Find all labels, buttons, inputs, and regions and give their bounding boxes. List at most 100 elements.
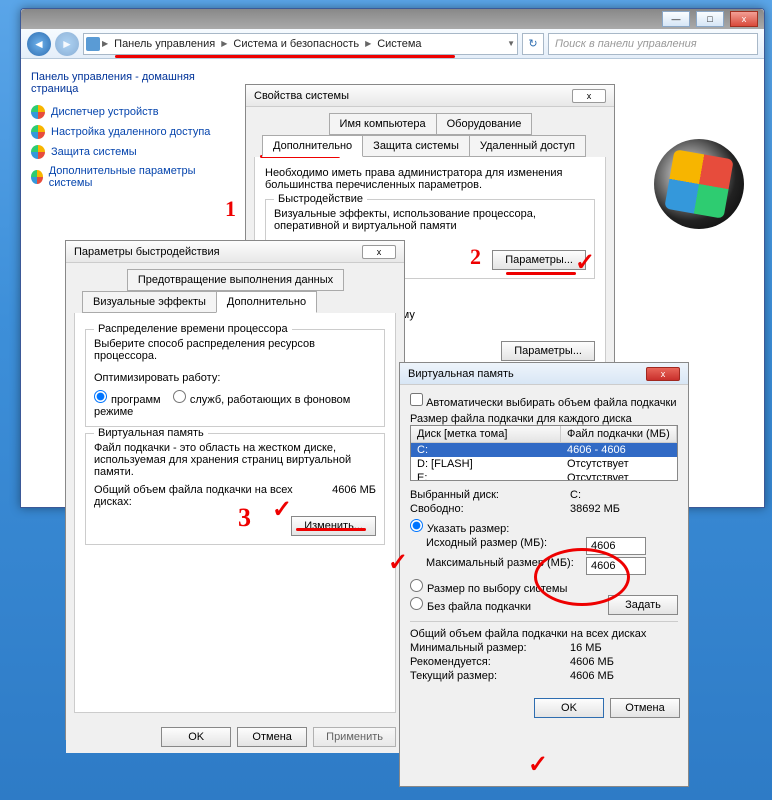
annotation-check-icon: ✓ (528, 750, 548, 779)
profile-settings-button[interactable]: Параметры... (501, 341, 595, 361)
dialog-footer: OK Отмена (400, 692, 688, 724)
cancel-button[interactable]: Отмена (610, 698, 680, 718)
disk-list[interactable]: Диск [метка тома] Файл подкачки (МБ) C:4… (410, 425, 678, 481)
cur-value: 4606 МБ (570, 670, 614, 682)
maximize-button[interactable]: □ (696, 11, 724, 27)
dialog-titlebar: Виртуальная память x (400, 363, 688, 385)
auto-manage-checkbox[interactable]: Автоматически выбирать объем файла подка… (410, 397, 676, 409)
dialog-title: Виртуальная память (408, 368, 514, 380)
shield-icon (31, 125, 45, 139)
group-title: Быстродействие (274, 193, 367, 205)
radio-input[interactable] (410, 519, 423, 532)
close-button[interactable]: x (730, 11, 758, 27)
chevron-right-icon: ▶ (102, 39, 108, 48)
dialog-footer: OK Отмена Применить (66, 721, 404, 753)
annotation-check-icon: ✓ (272, 495, 292, 524)
cell: Отсутствует (567, 458, 629, 470)
scheduling-group: Распределение времени процессора Выберит… (85, 329, 385, 427)
radio-input[interactable] (410, 579, 423, 592)
min-label: Минимальный размер: (410, 642, 570, 654)
optimize-label: Оптимизировать работу: (94, 372, 376, 384)
sel-disk-label: Выбранный диск: (410, 489, 570, 501)
annotation-circle (534, 548, 630, 606)
disk-row[interactable]: E:Отсутствует (411, 471, 677, 481)
tab-computer-name[interactable]: Имя компьютера (329, 113, 437, 135)
sidebar-advanced-settings[interactable]: Дополнительные параметры системы (31, 165, 211, 189)
close-button[interactable]: x (572, 89, 606, 103)
radio-input[interactable] (94, 390, 107, 403)
group-title: Виртуальная память (94, 427, 208, 439)
radio-label: Без файла подкачки (427, 601, 531, 613)
crumb[interactable]: Система и безопасность (229, 36, 363, 52)
tab-dep[interactable]: Предотвращение выполнения данных (127, 269, 344, 291)
radio-programs[interactable]: программ (94, 394, 161, 406)
refresh-button[interactable]: ↻ (522, 33, 544, 55)
back-button[interactable]: ◄ (27, 32, 51, 56)
annotation-check-icon: ✓ (575, 248, 595, 277)
group-title: Распределение времени процессора (94, 323, 292, 335)
tab-protection[interactable]: Защита системы (362, 135, 470, 157)
ok-button[interactable]: OK (534, 698, 604, 718)
performance-options-dialog: Параметры быстродействия x Предотвращени… (65, 240, 405, 740)
col-pagefile: Файл подкачки (МБ) (561, 426, 677, 442)
annotation-underline (296, 528, 366, 531)
chevron-right-icon: ▶ (365, 39, 371, 48)
dialog-title: Параметры быстродействия (74, 246, 220, 258)
group-desc: Визуальные эффекты, использование процес… (274, 208, 586, 232)
set-button[interactable]: Задать (608, 595, 678, 615)
list-header: Диск [метка тома] Файл подкачки (МБ) (411, 426, 677, 443)
col-disk: Диск [метка тома] (411, 426, 561, 442)
cell: D: [FLASH] (417, 458, 567, 470)
ok-button[interactable]: OK (161, 727, 231, 747)
sidebar-device-manager[interactable]: Диспетчер устройств (31, 105, 211, 119)
disk-row[interactable]: C:4606 - 4606 (411, 443, 677, 457)
radio-input[interactable] (410, 597, 423, 610)
cell: 4606 - 4606 (567, 444, 626, 456)
annotation-underline (506, 272, 576, 275)
crumb[interactable]: Система (373, 36, 425, 52)
vm-total-value: 4606 МБ (332, 484, 376, 508)
dialog-title: Свойства системы (254, 90, 349, 102)
tab-remote[interactable]: Удаленный доступ (469, 135, 586, 157)
tab-hardware[interactable]: Оборудование (436, 113, 533, 135)
vm-desc: Файл подкачки - это область на жестком д… (94, 442, 376, 478)
rec-label: Рекомендуется: (410, 656, 570, 668)
shield-icon (31, 170, 43, 184)
search-input[interactable]: Поиск в панели управления (548, 33, 758, 55)
performance-settings-button[interactable]: Параметры... (492, 250, 586, 270)
chevron-down-icon[interactable]: ▼ (507, 39, 515, 48)
forward-button[interactable]: ► (55, 32, 79, 56)
close-button[interactable]: x (646, 367, 680, 381)
disk-row[interactable]: D: [FLASH]Отсутствует (411, 457, 677, 471)
annotation-underline (115, 55, 455, 58)
admin-note: Необходимо иметь права администратора дл… (265, 167, 595, 191)
window-frame-top: — □ x (21, 9, 764, 29)
crumb[interactable]: Панель управления (110, 36, 219, 52)
cell: C: (417, 444, 567, 456)
tab-advanced[interactable]: Дополнительно (216, 291, 317, 313)
radio-input[interactable] (173, 390, 186, 403)
cancel-button[interactable]: Отмена (237, 727, 307, 747)
close-button[interactable]: x (362, 245, 396, 259)
sidebar-item-label: Защита системы (51, 146, 137, 158)
annotation-check-icon: ✓ (388, 548, 408, 577)
change-vm-button[interactable]: Изменить... (291, 516, 376, 536)
computer-icon (86, 37, 100, 51)
group-desc: Выберите способ распределения ресурсов п… (94, 338, 376, 362)
tab-visual-effects[interactable]: Визуальные эффекты (82, 291, 217, 313)
min-value: 16 МБ (570, 642, 602, 654)
sidebar-system-protection[interactable]: Защита системы (31, 145, 211, 159)
size-each-label: Размер файла подкачки для каждого диска (410, 413, 678, 425)
address-bar[interactable]: ▶ Панель управления ▶ Система и безопасн… (83, 33, 518, 55)
dialog-titlebar: Параметры быстродействия x (66, 241, 404, 263)
checkbox-input[interactable] (410, 393, 423, 406)
sidebar-heading: Панель управления - домашняя страница (31, 71, 211, 95)
sidebar-remote-access[interactable]: Настройка удаленного доступа (31, 125, 211, 139)
minimize-button[interactable]: — (662, 11, 690, 27)
apply-button[interactable]: Применить (313, 727, 396, 747)
radio-custom-size[interactable]: Указать размер: (410, 519, 678, 535)
free-label: Свободно: (410, 503, 570, 515)
cur-label: Текущий размер: (410, 670, 570, 682)
tab-advanced[interactable]: Дополнительно (262, 135, 363, 157)
sidebar-item-label: Настройка удаленного доступа (51, 126, 210, 138)
